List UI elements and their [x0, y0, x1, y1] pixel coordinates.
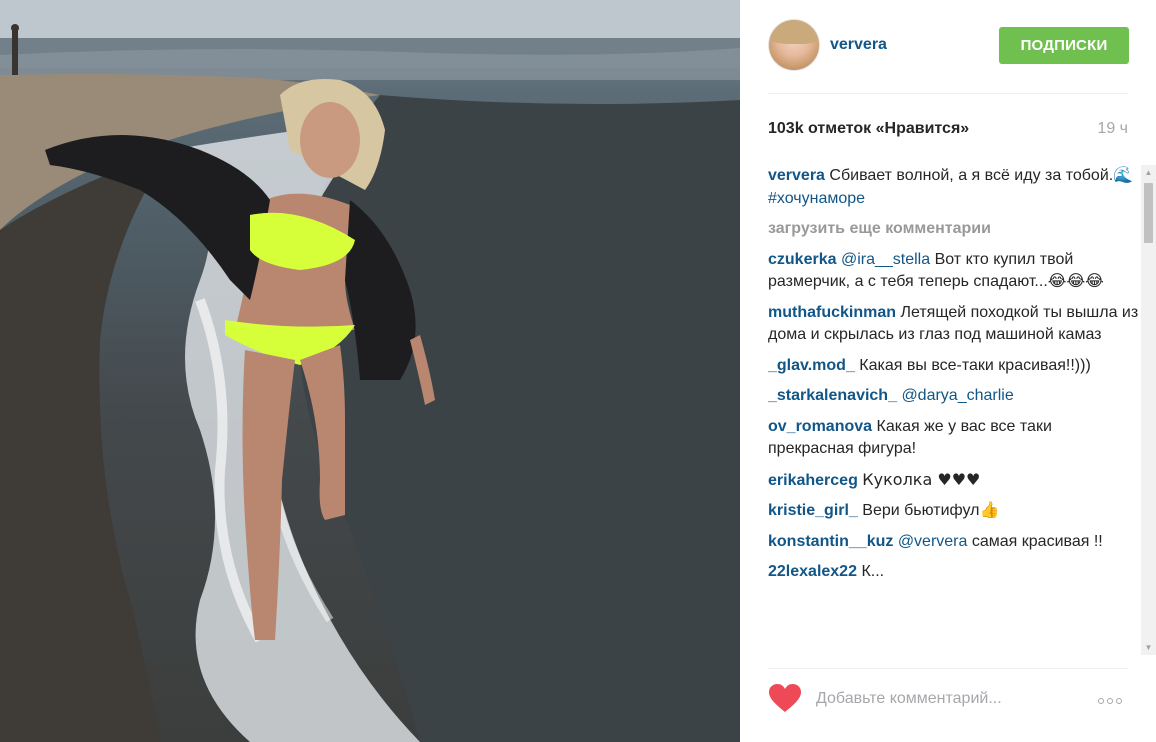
- add-comment-input[interactable]: [816, 687, 1076, 711]
- more-options-button[interactable]: [1098, 691, 1130, 705]
- comment-item: ov_romanova Какая же у вас все таки прек…: [768, 416, 1140, 461]
- comment-item: _glav.mod_ Какая вы все-таки красивая!!)…: [768, 355, 1140, 378]
- comment-item: czukerka @ira__stella Вот кто купил твой…: [768, 249, 1140, 294]
- comment-mention[interactable]: @ververa: [898, 533, 968, 550]
- beach-photo-illustration: [0, 0, 740, 742]
- comment-text: Вери бьютифул👍: [862, 502, 1000, 519]
- likes-count[interactable]: 103k отметок «Нравится»: [768, 120, 969, 137]
- follow-button[interactable]: ПОДПИСКИ: [999, 27, 1129, 64]
- comment-item: 22lexalex22 К...: [768, 561, 1140, 584]
- comment-text: К...: [861, 563, 885, 580]
- comment-item: konstantin__kuz @ververa самая красивая …: [768, 531, 1140, 554]
- scroll-thumb[interactable]: [1144, 183, 1153, 243]
- post-details-panel: ververa ПОДПИСКИ 103k отметок «Нравится»…: [740, 0, 1156, 742]
- header-divider: [768, 93, 1128, 94]
- comment-username[interactable]: _starkalenavich_: [768, 387, 897, 404]
- comment-username[interactable]: ov_romanova: [768, 418, 872, 435]
- ellipsis-icon: [1098, 698, 1104, 704]
- comment-username[interactable]: konstantin__kuz: [768, 533, 893, 550]
- comment-username[interactable]: 22lexalex22: [768, 563, 857, 580]
- caption: ververa Сбивает волной, а я всё иду за т…: [768, 165, 1140, 210]
- post-photo[interactable]: [0, 0, 740, 742]
- comment-username[interactable]: czukerka: [768, 251, 837, 268]
- comments-list: ververa Сбивает волной, а я всё иду за т…: [768, 165, 1140, 655]
- author-username[interactable]: ververa: [830, 36, 887, 54]
- comment-item: _starkalenavich_ @darya_charlie: [768, 385, 1140, 408]
- caption-emoji: 🌊: [1113, 167, 1134, 184]
- comment-mention[interactable]: @ira__stella: [841, 251, 930, 268]
- comment-text: Какая вы все-таки красивая!!))): [859, 356, 1091, 374]
- post-time[interactable]: 19 ч: [1097, 120, 1128, 138]
- post-footer: [768, 668, 1128, 728]
- like-button[interactable]: [768, 683, 804, 715]
- comment-username[interactable]: kristie_girl_: [768, 502, 858, 519]
- scroll-up-arrow-icon[interactable]: ▲: [1141, 165, 1156, 180]
- post-header: ververa ПОДПИСКИ: [740, 0, 1156, 92]
- author-avatar[interactable]: [768, 19, 820, 71]
- comment-text: Куколка ♥♥♥: [862, 469, 981, 489]
- comment-item: kristie_girl_ Вери бьютифул👍: [768, 500, 1140, 523]
- caption-username[interactable]: ververa: [768, 167, 825, 184]
- caption-text: Сбивает волной, а я всё иду за тобой.: [829, 167, 1114, 184]
- likes-row: 103k отметок «Нравится» 19 ч: [768, 120, 1128, 142]
- comment-item: muthafuckinman Летящей походкой ты вышла…: [768, 302, 1140, 347]
- caption-hashtag[interactable]: #хочунаморе: [768, 190, 865, 207]
- scroll-down-arrow-icon[interactable]: ▼: [1141, 640, 1156, 655]
- comment-username[interactable]: _glav.mod_: [768, 357, 855, 374]
- ellipsis-icon: [1116, 698, 1122, 704]
- ellipsis-icon: [1107, 698, 1113, 704]
- comment-text: самая красивая !!: [971, 532, 1103, 550]
- comment-item: erikaherceg Куколка ♥♥♥: [768, 469, 1140, 493]
- comment-mention[interactable]: @darya_charlie: [901, 387, 1013, 404]
- heart-icon: [769, 684, 801, 712]
- load-more-comments-link[interactable]: загрузить еще комментарии: [768, 218, 1140, 241]
- comment-username[interactable]: muthafuckinman: [768, 304, 896, 321]
- comment-username[interactable]: erikaherceg: [768, 472, 858, 489]
- comments-scrollbar[interactable]: ▲ ▼: [1141, 165, 1156, 655]
